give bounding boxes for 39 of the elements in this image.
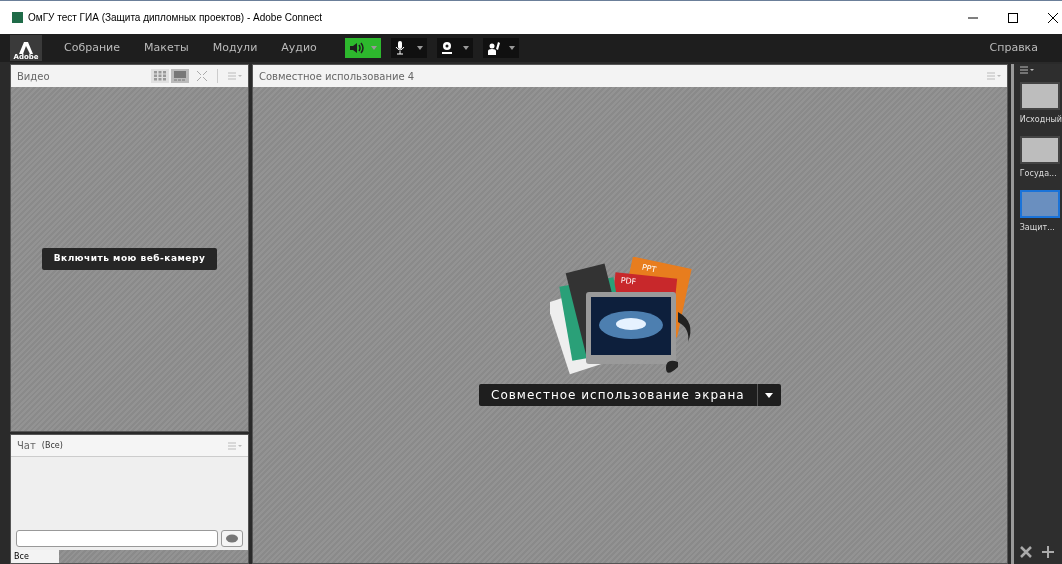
pod-title: Совместное использование 4 <box>259 69 415 84</box>
help-menu[interactable]: Справка <box>989 39 1038 57</box>
chat-input-field[interactable] <box>16 530 218 547</box>
toolbar-button[interactable] <box>436 38 473 58</box>
toolbar-button[interactable] <box>344 38 381 58</box>
caret-icon <box>370 46 377 50</box>
add-icon[interactable] <box>1041 546 1054 558</box>
menu-item[interactable]: Модули <box>200 39 270 57</box>
speaker-icon <box>348 42 365 54</box>
fullscreen-icon[interactable] <box>197 71 207 81</box>
share-options-button[interactable] <box>756 384 781 406</box>
microphone-icon <box>394 41 405 55</box>
caret-icon <box>765 392 774 398</box>
close-icon[interactable] <box>1048 12 1058 23</box>
share-screen-button[interactable]: Совместное использование экрана <box>479 384 757 406</box>
chat-tab[interactable]: Все <box>11 550 59 563</box>
send-message-button[interactable] <box>221 530 243 547</box>
grid-view-button[interactable] <box>151 69 169 83</box>
toolbar-button[interactable] <box>482 38 519 58</box>
raised-hand-icon <box>486 41 501 55</box>
menu-item[interactable]: Аудио <box>269 39 329 57</box>
toolbar-button[interactable] <box>390 38 427 58</box>
caret-icon <box>416 46 423 50</box>
speech-bubble-icon <box>225 533 239 544</box>
menu-item[interactable]: Собрание <box>52 39 133 57</box>
webcam-icon <box>440 41 453 55</box>
pod-title: Чат <box>17 439 36 453</box>
start-webcam-button[interactable]: Включить мою веб-камеру <box>41 248 218 270</box>
chat-scope: (Все) <box>41 439 63 452</box>
maximize-icon[interactable] <box>1008 12 1018 23</box>
caret-icon <box>462 46 469 50</box>
menu-item[interactable]: Макеты <box>132 39 201 57</box>
app-icon <box>12 12 23 23</box>
pod-title: Видео <box>17 69 50 84</box>
caret-icon <box>508 46 515 50</box>
pod-menu-icon[interactable] <box>1019 66 1034 74</box>
single-view-button[interactable] <box>171 69 189 83</box>
media-files-illustration: PPT PDF <box>549 257 710 382</box>
window-title: ОмГУ тест ГИА (Защита дипломных проектов) - Adobe Connect <box>28 11 322 25</box>
